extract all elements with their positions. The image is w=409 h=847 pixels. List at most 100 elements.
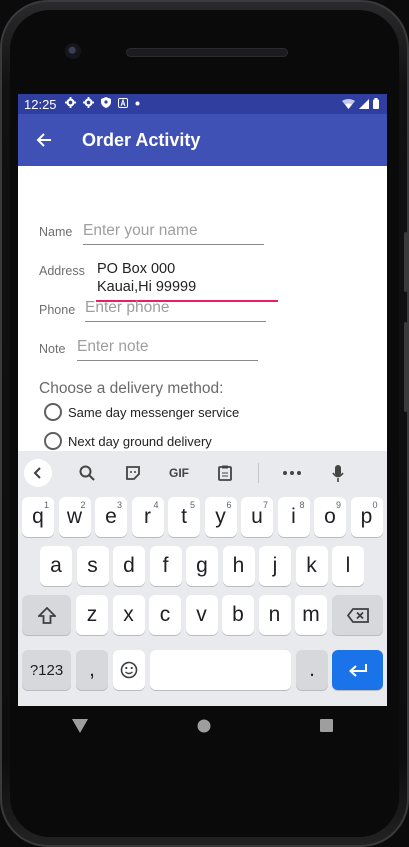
key-label: v <box>196 603 207 626</box>
key-label: l <box>345 554 351 577</box>
arrow-left-icon <box>36 133 51 147</box>
key-label: u <box>251 505 263 528</box>
key-label: q <box>32 505 44 528</box>
key-hint: 2 <box>80 500 86 510</box>
key-b[interactable]: b <box>222 595 254 635</box>
more-button[interactable] <box>269 471 315 475</box>
key-a[interactable]: a <box>40 546 72 586</box>
key-label: z <box>86 603 98 626</box>
screen: 12:25 Order Activity Name Enter your nam… <box>18 94 387 706</box>
page-title: Order Activity <box>82 129 201 150</box>
shift-key[interactable] <box>22 595 71 635</box>
key-y[interactable]: y6 <box>204 497 237 537</box>
phone-label: Phone <box>39 303 76 317</box>
gif-button[interactable]: GIF <box>156 466 202 480</box>
a-icon <box>117 97 128 111</box>
name-field[interactable]: Enter your name <box>83 221 264 245</box>
emoji-key[interactable] <box>113 650 145 690</box>
phone-field[interactable]: Enter phone <box>85 298 266 322</box>
radio-next-day[interactable]: Next day ground delivery <box>44 432 212 450</box>
key-o[interactable]: o9 <box>314 497 346 537</box>
key-p[interactable]: p0 <box>350 497 383 537</box>
sticker-icon <box>126 466 140 480</box>
key-label: i <box>291 505 296 528</box>
key-h[interactable]: h <box>222 546 255 586</box>
key-c[interactable]: c <box>149 595 181 635</box>
nav-recents-button[interactable] <box>319 719 333 737</box>
key-label: y <box>215 505 226 528</box>
volume-button[interactable] <box>404 232 407 292</box>
status-time: 12:25 <box>24 96 57 112</box>
key-label: m <box>302 603 320 626</box>
signal-icon <box>359 97 369 112</box>
search-button[interactable] <box>64 465 110 481</box>
triangle-back-icon <box>72 718 89 733</box>
key-w[interactable]: w2 <box>58 497 91 537</box>
key-hint: 8 <box>299 500 305 510</box>
enter-key[interactable] <box>332 650 383 690</box>
key-label: n <box>268 603 281 626</box>
key-u[interactable]: u7 <box>241 497 273 537</box>
back-button[interactable] <box>20 114 68 166</box>
key-f[interactable]: f <box>149 546 182 586</box>
key-label: e <box>105 505 117 528</box>
key-z[interactable]: z <box>76 595 108 635</box>
key-e[interactable]: e3 <box>95 497 127 537</box>
mic-button[interactable] <box>315 464 361 482</box>
key-i[interactable]: i8 <box>277 497 310 537</box>
key-label: g <box>196 554 208 577</box>
key-g[interactable]: g <box>186 546 218 586</box>
key-hint: 7 <box>262 500 268 510</box>
key-hint: 4 <box>153 500 159 510</box>
radio-button[interactable] <box>44 403 62 421</box>
comma-key[interactable]: , <box>76 650 108 690</box>
key-m[interactable]: m <box>295 595 327 635</box>
status-bar: 12:25 <box>18 94 387 114</box>
nav-back-button[interactable] <box>72 718 89 738</box>
battery-icon <box>373 97 379 112</box>
key-q[interactable]: q1 <box>22 497 54 537</box>
circle-home-icon <box>197 719 211 732</box>
radio-button[interactable] <box>44 432 62 450</box>
sticker-button[interactable] <box>110 465 156 481</box>
earpiece-speaker <box>126 48 288 57</box>
key-d[interactable]: d <box>113 546 145 586</box>
key-r[interactable]: r4 <box>131 497 164 537</box>
key-l[interactable]: l <box>332 546 364 586</box>
wifi-icon <box>342 97 355 112</box>
name-label: Name <box>39 225 73 239</box>
power-button[interactable] <box>404 322 407 412</box>
key-s[interactable]: s <box>76 546 109 586</box>
keyboard-row-3: z x c v b nm <box>18 595 387 637</box>
key-label: a <box>50 554 62 577</box>
key-label: d <box>123 554 135 577</box>
period-key[interactable]: . <box>296 650 328 690</box>
symbols-key[interactable]: ?123 <box>22 650 71 690</box>
shift-icon <box>37 606 56 624</box>
enter-icon <box>348 664 367 677</box>
key-hint: 3 <box>116 500 122 510</box>
dot-icon <box>135 99 140 109</box>
collapse-keyboard-button[interactable] <box>24 459 52 487</box>
delivery-prompt: Choose a delivery method: <box>39 380 224 397</box>
space-key[interactable] <box>150 650 291 690</box>
radio-same-day[interactable]: Same day messenger service <box>44 403 239 421</box>
note-field[interactable]: Enter note <box>77 337 258 361</box>
key-label: b <box>232 603 244 626</box>
mic-icon <box>332 464 344 482</box>
key-k[interactable]: k <box>295 546 328 586</box>
gear-icon <box>64 97 76 111</box>
key-v[interactable]: v <box>185 595 218 635</box>
key-hint: 6 <box>226 500 232 510</box>
key-x[interactable]: x <box>112 595 145 635</box>
address-field[interactable]: PO Box 000 Kauai,Hi 99999 <box>96 260 278 302</box>
backspace-key[interactable] <box>332 595 383 635</box>
soft-keyboard: GIF q1w2e3r4t5y6u7i8o9p0 asdfghjkl zxcvb… <box>18 451 387 706</box>
nav-home-button[interactable] <box>197 719 211 738</box>
key-label: o <box>324 505 336 528</box>
key-t[interactable]: t5 <box>168 497 200 537</box>
clipboard-button[interactable] <box>202 465 248 481</box>
gear-icon <box>82 97 94 111</box>
key-n[interactable]: n <box>258 595 291 635</box>
key-j[interactable]: j <box>259 546 291 586</box>
